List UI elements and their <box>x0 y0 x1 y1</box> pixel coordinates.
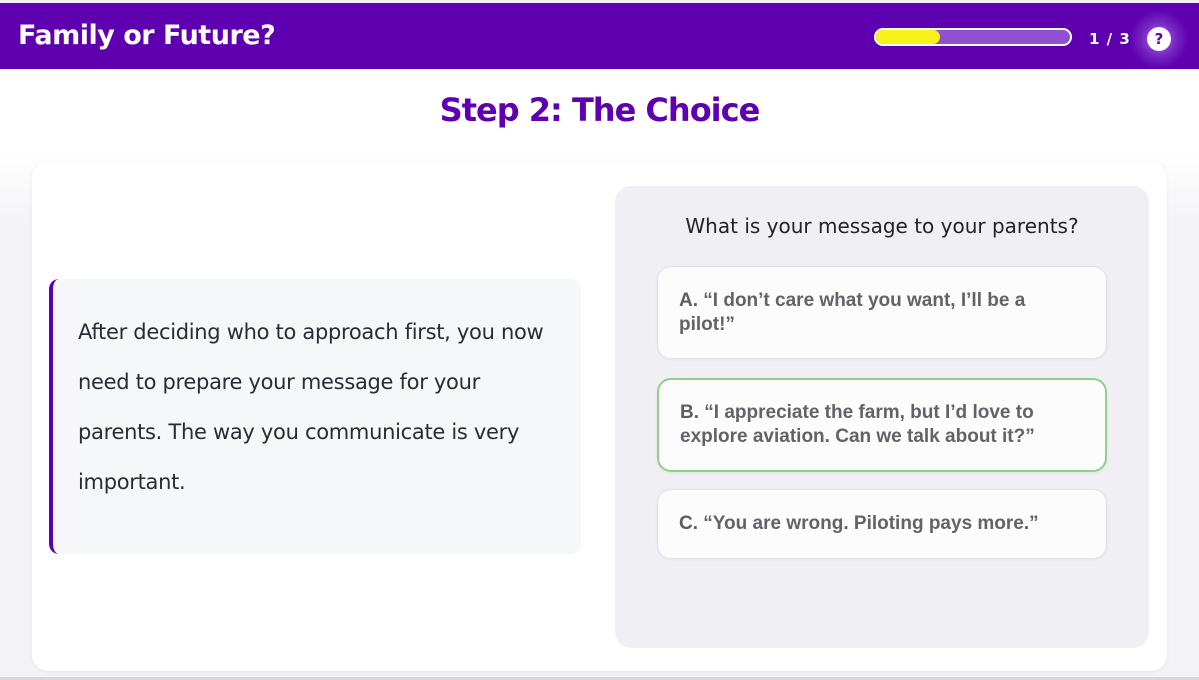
step-heading: Step 2: The Choice <box>439 91 761 129</box>
option-c-letter: C. <box>679 513 698 534</box>
option-b-label: “I appreciate the farm, but I’d love to … <box>680 402 1035 447</box>
narrative-box: After deciding who to approach first, yo… <box>49 279 581 554</box>
option-c-label: “You are wrong. Piloting pays more.” <box>703 513 1039 534</box>
step-counter: 1 / 3 <box>1089 30 1131 48</box>
option-b-letter: B. <box>680 402 699 423</box>
top-bar: Family or Future? 1 / 3 ? <box>0 3 1199 69</box>
option-a-button[interactable]: A. “I don’t care what you want, I’ll be … <box>657 266 1107 359</box>
option-c-text: C. “You are wrong. Piloting pays more.” <box>679 512 1039 536</box>
option-a-letter: A. <box>679 289 698 311</box>
question-text: What is your message to your parents? <box>685 214 1079 238</box>
app-title: Family or Future? <box>18 20 276 51</box>
option-b-text: B. “I appreciate the farm, but I’d love … <box>680 401 1085 449</box>
option-b-button[interactable]: B. “I appreciate the farm, but I’d love … <box>657 378 1107 472</box>
progress-bar <box>874 28 1072 46</box>
question-circle-icon[interactable]: ? <box>1147 27 1171 51</box>
option-a-text: A. “I don’t care what you want, I’ll be … <box>679 289 1086 337</box>
option-a-label: “I don’t care what you want, I’ll be a p… <box>679 289 1026 335</box>
option-c-button[interactable]: C. “You are wrong. Piloting pays more.” <box>657 489 1107 559</box>
progress-bar-fill <box>876 30 941 44</box>
narrative-text: After deciding who to approach first, yo… <box>78 320 544 494</box>
